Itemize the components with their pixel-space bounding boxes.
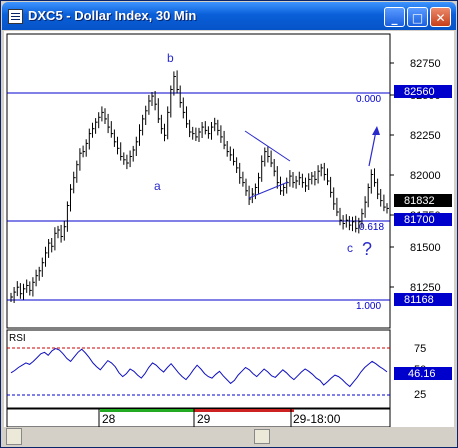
fib-label-bottom: 1.000 [356, 301, 381, 312]
price-tick: 82750 [410, 58, 441, 70]
close-button[interactable]: ✕ [430, 7, 451, 27]
chart-window-icon [8, 9, 23, 24]
mid-level-badge: 81700 [404, 214, 435, 226]
upper-level-badge: 82560 [404, 86, 435, 98]
time-label-29-1800: 29-18:00 [293, 412, 341, 426]
price-tick: 82000 [410, 170, 441, 182]
rsi-value-badge: 46.16 [408, 368, 436, 380]
scroll-left-button[interactable] [6, 428, 22, 445]
lower-level-badge: 81168 [404, 294, 434, 306]
horizontal-scrollbar[interactable] [4, 428, 454, 445]
price-tick: 82250 [410, 130, 441, 142]
last-price-badge: 81832 [404, 195, 435, 207]
rsi-title: RSI [9, 333, 26, 344]
price-tick: 81500 [410, 242, 441, 254]
wave-label-c: c [347, 241, 353, 255]
price-chart[interactable]: 82750 82500 82250 82000 81750 81500 8125… [4, 31, 454, 427]
rsi-pane[interactable] [6, 329, 391, 409]
maximize-button[interactable]: □ [407, 7, 428, 27]
wave-label-b: b [167, 51, 174, 65]
window-title: DXC5 - Dollar Index, 30 Min [28, 8, 197, 23]
time-label-29: 29 [197, 412, 211, 426]
rsi-tick: 25 [414, 389, 426, 401]
wave-label-a: a [154, 179, 161, 193]
minimize-button[interactable]: _ [384, 7, 405, 27]
fib-label-mid: 0.618 [359, 222, 384, 233]
wave-label-question: ? [362, 239, 372, 259]
title-bar[interactable]: DXC5 - Dollar Index, 30 Min _ □ ✕ [2, 2, 456, 30]
price-tick: 81250 [410, 282, 441, 294]
chart-window: DXC5 - Dollar Index, 30 Min _ □ ✕ 82750 … [0, 0, 458, 448]
rsi-tick: 75 [414, 343, 426, 355]
scroll-thumb[interactable] [254, 429, 270, 444]
time-label-28: 28 [102, 412, 116, 426]
fib-label-top: 0.000 [356, 94, 381, 105]
